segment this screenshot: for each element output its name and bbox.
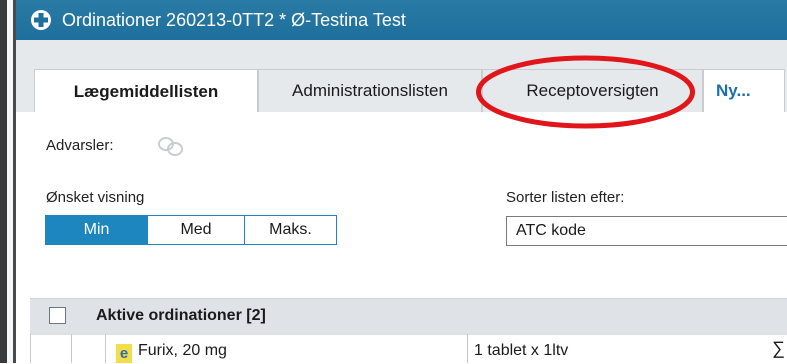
section-select-checkbox[interactable] <box>49 307 66 324</box>
sort-label: Sorter listen efter: <box>506 189 625 206</box>
view-option-maks[interactable]: Maks. <box>244 216 336 244</box>
warnings-label: Advarsler: <box>46 137 114 154</box>
medication-name: Furix, 20 mg <box>138 342 227 359</box>
row-divider <box>30 334 31 363</box>
row-divider <box>467 334 468 363</box>
view-option-med[interactable]: Med <box>147 216 244 244</box>
tab-label: Ny... <box>716 81 751 100</box>
tab-label: Lægemiddellisten <box>73 81 219 101</box>
tab-administrationslisten[interactable]: Administrationslisten <box>258 69 482 112</box>
sum-icon: ∑ <box>772 338 785 358</box>
left-window-border <box>0 0 7 363</box>
view-segmented-control: Min Med Maks. <box>45 215 337 245</box>
view-option-min[interactable]: Min <box>46 216 147 244</box>
highlight-ring <box>476 55 695 129</box>
warning-chain-icon[interactable] <box>156 134 186 158</box>
window-title: Ordinationer 260213-0TT2 * Ø-Testina Tes… <box>62 9 406 30</box>
row-divider <box>71 334 72 363</box>
medication-dose: 1 tablet x 1ltv <box>474 342 569 359</box>
section-title: Aktive ordinationer [2] <box>96 307 266 324</box>
plus-cross-icon <box>31 10 51 30</box>
view-label: Ønsket visning <box>46 189 145 206</box>
sort-select[interactable]: ATC kode <box>506 216 787 246</box>
tab-laegemiddellisten[interactable]: Lægemiddellisten <box>34 69 258 113</box>
title-bar: Ordinationer 260213-0TT2 * Ø-Testina Tes… <box>16 0 787 40</box>
tab-new[interactable]: Ny... <box>703 69 785 112</box>
sort-value: ATC kode <box>516 222 586 239</box>
medication-icon: e <box>116 344 132 363</box>
row-divider <box>105 334 106 363</box>
tab-label: Administrationslisten <box>292 81 448 100</box>
